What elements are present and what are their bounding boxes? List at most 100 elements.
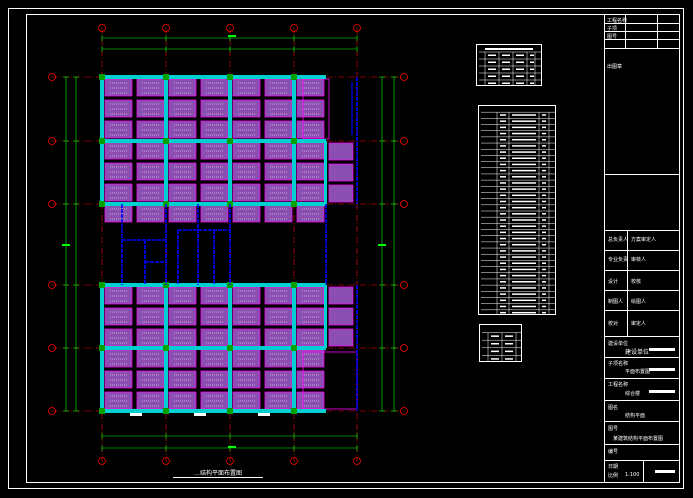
tb-scale-value: 1:100 xyxy=(625,472,640,478)
table-cell-text xyxy=(500,243,506,246)
table-cell-text xyxy=(512,299,536,302)
table-cell-text xyxy=(502,68,510,70)
slab-panel xyxy=(168,183,197,202)
table-cell-text xyxy=(542,126,546,129)
floor-plan[interactable] xyxy=(0,0,693,498)
slab-panel xyxy=(200,328,229,347)
slab-panel xyxy=(264,328,293,347)
slab-panel xyxy=(264,370,293,389)
table-cell-text xyxy=(512,268,536,271)
table-cell-text xyxy=(488,82,496,84)
table-cell-text xyxy=(500,126,506,129)
table-cell-text xyxy=(542,138,546,141)
table-cell-text xyxy=(500,157,506,159)
tb-row-1-label: 总负责人 xyxy=(608,237,629,243)
column xyxy=(227,74,233,80)
table-cell-text xyxy=(512,114,536,116)
slab-panel xyxy=(136,183,165,202)
table-cell-text xyxy=(516,82,524,84)
table-cell-text xyxy=(542,293,546,295)
table-cell-text xyxy=(500,169,506,172)
slab-panel xyxy=(296,307,325,326)
table-cell-text xyxy=(542,182,546,184)
slab-panel xyxy=(296,328,325,347)
slab-panel xyxy=(200,391,229,410)
tb-row-2-value: 审核人 xyxy=(631,257,647,263)
table-cell-text xyxy=(512,274,536,277)
slab-panel xyxy=(104,370,133,389)
tb-date-label: 日期 xyxy=(608,464,619,470)
schedule-table xyxy=(478,105,556,315)
table-cell-text xyxy=(488,75,496,77)
slab-panel xyxy=(104,162,133,181)
beam-label xyxy=(130,413,142,416)
table-cell-text xyxy=(542,243,546,246)
slab-panel xyxy=(296,391,325,410)
column xyxy=(291,345,297,351)
column xyxy=(291,74,297,80)
table-cell-text xyxy=(542,219,546,221)
table-cell-text xyxy=(542,262,546,264)
slab-panel xyxy=(168,141,197,160)
slab-panel xyxy=(104,141,133,160)
slab-panel xyxy=(296,78,325,97)
slab-panel xyxy=(136,286,165,305)
tb-row-5-label: 校对 xyxy=(608,321,619,327)
slab-panel xyxy=(264,120,293,139)
slab-panel xyxy=(232,78,261,97)
slab-panel xyxy=(264,78,293,97)
tb-project-label: 建设单位 xyxy=(608,341,629,347)
tb-row-3-value: 校核 xyxy=(631,279,642,285)
table-cell-text xyxy=(516,54,524,56)
table-cell-text xyxy=(500,311,506,314)
slab-panel xyxy=(168,120,197,139)
slab-panel xyxy=(232,99,261,118)
slab-panel xyxy=(264,99,293,118)
table-cell-text xyxy=(505,335,513,337)
table-cell-text xyxy=(512,305,536,308)
table-cell-text xyxy=(500,213,506,215)
table-cell-text xyxy=(500,132,506,135)
slab-panel xyxy=(232,307,261,326)
slab-panel xyxy=(232,286,261,305)
table-cell-text xyxy=(512,157,536,159)
slab-panel xyxy=(296,99,325,118)
slab-panel xyxy=(136,162,165,181)
dim-text-mark xyxy=(62,244,70,246)
table-cell-text xyxy=(542,194,546,197)
table-cell-text xyxy=(512,169,536,172)
table-cell-text xyxy=(502,54,510,56)
table-cell-text xyxy=(500,293,506,295)
column xyxy=(99,282,105,288)
column xyxy=(227,138,233,144)
table-cell-text xyxy=(500,250,506,252)
slab-panel xyxy=(232,141,261,160)
slab-panel xyxy=(232,162,261,181)
tb-building-name: 综合楼 xyxy=(625,391,641,397)
slab-panel xyxy=(104,120,133,139)
schedule-table-grid xyxy=(481,111,555,314)
dim-text-mark xyxy=(228,35,236,37)
tb-item-name: 平面布置图 xyxy=(625,369,651,375)
slab-panel xyxy=(232,370,261,389)
slab-panel xyxy=(200,286,229,305)
tb-building-label: 工程名称 xyxy=(608,382,629,388)
slab-panel xyxy=(328,328,354,347)
slab-panel xyxy=(200,78,229,97)
slab-panel xyxy=(296,183,325,202)
table-cell-text xyxy=(542,132,546,135)
table-cell-text xyxy=(512,243,536,246)
slab-panel xyxy=(200,120,229,139)
slab-panel xyxy=(264,162,293,181)
slab-panel xyxy=(200,307,229,326)
table-cell-text xyxy=(500,219,506,221)
slab-panel xyxy=(200,349,229,368)
table-cell-text xyxy=(512,281,536,283)
table-cell-text xyxy=(512,163,536,166)
table-cell-text xyxy=(500,225,506,227)
tb-sheet-label: 图号 xyxy=(608,426,619,432)
table-cell-text xyxy=(512,287,536,289)
dim-text-mark xyxy=(228,446,236,448)
table-cell-text xyxy=(491,358,499,360)
table-cell-text xyxy=(512,293,536,295)
